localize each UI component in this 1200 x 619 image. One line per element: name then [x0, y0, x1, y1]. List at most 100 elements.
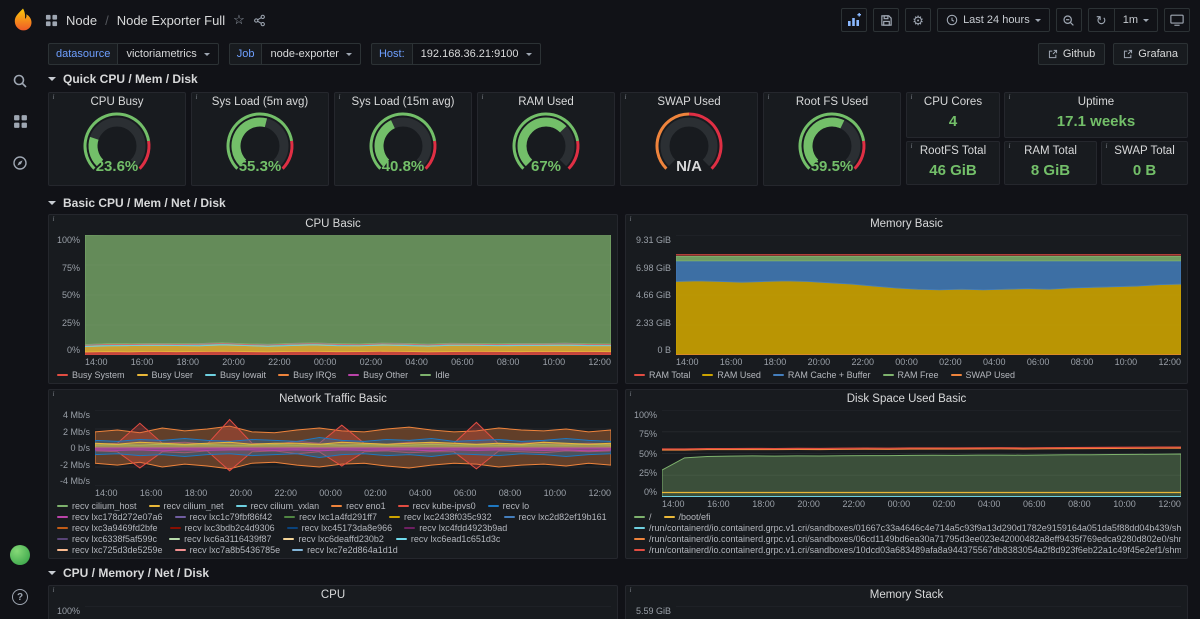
panel-info-icon[interactable]: i [192, 93, 201, 102]
plot-area[interactable] [85, 606, 611, 619]
add-panel-button[interactable] [841, 8, 868, 32]
legend-item[interactable]: recv lxc1a4fd291ff7 [284, 512, 377, 522]
panel-info-icon[interactable]: i [626, 215, 635, 224]
row-header-cpu-memory-net-disk[interactable]: CPU / Memory / Net / Disk [48, 565, 209, 581]
legend-item[interactable]: RAM Free [882, 370, 939, 380]
github-link-button[interactable]: Github [1037, 43, 1106, 65]
legend-item[interactable]: recv lxc725d3de5259e [57, 545, 163, 555]
dashboards-icon[interactable] [12, 113, 29, 130]
var-value-datasource[interactable]: victoriametrics [117, 43, 219, 65]
search-icon[interactable] [12, 72, 29, 89]
legend-item[interactable]: recv lxc178d272e07a6 [57, 512, 163, 522]
legend-item[interactable]: recv lxc6deaffd230b2 [283, 534, 384, 544]
refresh-button[interactable]: ↻ [1087, 8, 1114, 32]
share-icon[interactable] [253, 14, 266, 27]
panel-info-icon[interactable]: i [1005, 93, 1014, 102]
y-axis-label: 25% [61, 317, 80, 328]
row-header-quick-cpu-mem-disk[interactable]: Quick CPU / Mem / Disk [48, 71, 198, 87]
legend-item[interactable]: /boot/efi [663, 512, 711, 522]
legend-item[interactable]: recv lxc45173da8e966 [286, 523, 392, 533]
panel-info-icon[interactable]: i [49, 586, 58, 595]
legend-item[interactable]: recv cilium_vxlan [235, 501, 319, 511]
var-value-job[interactable]: node-exporter [261, 43, 361, 65]
dashboard-settings-button[interactable]: ⚙ [905, 8, 932, 32]
legend-item[interactable]: recv lxc6ead1c651d3c [395, 534, 500, 544]
panel-title[interactable]: Memory Basic [626, 215, 1187, 234]
plot-area[interactable] [662, 410, 1181, 497]
panel-info-icon[interactable]: i [478, 93, 487, 102]
panel-info-icon[interactable]: i [49, 215, 58, 224]
cycle-view-mode-button[interactable] [1164, 8, 1190, 32]
panel-info-icon[interactable]: i [907, 93, 916, 102]
legend-item[interactable]: recv cilium_host [57, 501, 137, 511]
legend-item[interactable]: recv lxc2d82ef19b161 [503, 512, 607, 522]
zoom-out-button[interactable] [1055, 8, 1082, 32]
legend-item[interactable]: /run/containerd/io.containerd.grpc.v1.cr… [634, 523, 1181, 533]
legend-item[interactable]: recv lxc3a9469fd2bfe [57, 523, 158, 533]
panel-info-icon[interactable]: i [1005, 142, 1014, 151]
legend-item[interactable]: RAM Total [634, 370, 690, 380]
panel-title[interactable]: RAM Total [1005, 142, 1096, 161]
time-range-picker[interactable]: Last 24 hours [937, 8, 1050, 32]
legend-item[interactable]: recv lxc4fdd4923b9ad [404, 523, 507, 533]
legend-item[interactable]: RAM Used [702, 370, 761, 380]
panel-title[interactable]: Memory Stack [626, 586, 1187, 605]
panel-info-icon[interactable]: i [49, 390, 58, 399]
legend-item[interactable]: recv lxc6338f5af599c [57, 534, 157, 544]
panel-title[interactable]: CPU [49, 586, 617, 605]
panel-info-icon[interactable]: i [621, 93, 630, 102]
breadcrumb-folder[interactable]: Node [66, 13, 97, 28]
legend-item[interactable]: / [634, 512, 652, 522]
legend-item[interactable]: Busy Iowait [205, 370, 266, 380]
breadcrumb-dashboard-title[interactable]: Node Exporter Full [117, 13, 225, 28]
panel-info-icon[interactable]: i [626, 586, 635, 595]
legend-item[interactable]: Busy System [57, 370, 125, 380]
legend-item[interactable]: recv lxc6a3116439f87 [169, 534, 271, 544]
panel-info-icon[interactable]: i [907, 142, 916, 151]
legend-item[interactable]: /run/containerd/io.containerd.grpc.v1.cr… [634, 534, 1181, 544]
legend-item[interactable]: recv lxc1c79fbf86f42 [174, 512, 272, 522]
panel-info-icon[interactable]: i [626, 390, 635, 399]
legend-item[interactable]: /run/containerd/io.containerd.grpc.v1.cr… [634, 545, 1181, 555]
legend-item[interactable]: recv kube-ipvs0 [397, 501, 476, 511]
legend-item[interactable]: Busy User [136, 370, 193, 380]
panel-info-icon[interactable]: i [49, 93, 58, 102]
legend-item[interactable]: recv lxc7e2d864a1d1d [292, 545, 398, 555]
legend-item[interactable]: RAM Cache + Buffer [772, 370, 871, 380]
plot-area[interactable] [676, 606, 1181, 619]
panel-info-icon[interactable]: i [1102, 142, 1111, 151]
legend-item[interactable]: recv lxc2438f035c932 [389, 512, 492, 522]
save-dashboard-button[interactable] [873, 8, 900, 32]
explore-compass-icon[interactable] [12, 154, 29, 171]
legend-item[interactable]: Idle [420, 370, 450, 380]
help-icon[interactable]: ? [12, 589, 28, 605]
panel-title[interactable]: Network Traffic Basic [49, 390, 617, 409]
star-icon[interactable]: ☆ [233, 12, 245, 28]
grafana-logo[interactable] [10, 7, 36, 33]
panel-info-icon[interactable]: i [764, 93, 773, 102]
legend-item[interactable]: recv lxc3bdb2c4d9306 [169, 523, 275, 533]
legend-item[interactable]: Busy Other [348, 370, 408, 380]
panel-title[interactable]: CPU Cores [907, 93, 999, 112]
plot-area[interactable] [95, 410, 611, 486]
legend-item[interactable]: recv cilium_net [148, 501, 224, 511]
plot-area[interactable] [85, 235, 611, 355]
legend-item[interactable]: recv lo [487, 501, 529, 511]
panel-title[interactable]: CPU Basic [49, 215, 617, 234]
legend-item[interactable]: SWAP Used [950, 370, 1015, 380]
var-value-host[interactable]: 192.168.36.21:9100 [411, 43, 541, 65]
panel-title[interactable]: SWAP Total [1102, 142, 1187, 161]
grafana-link-button[interactable]: Grafana [1113, 43, 1188, 65]
legend-label: /run/containerd/io.containerd.grpc.v1.cr… [649, 534, 1181, 544]
row-header-basic-cpu-mem-net-disk[interactable]: Basic CPU / Mem / Net / Disk [48, 195, 226, 211]
legend-item[interactable]: recv eno1 [331, 501, 386, 511]
panel-title[interactable]: Disk Space Used Basic [626, 390, 1187, 409]
user-avatar[interactable] [10, 545, 30, 565]
panel-title[interactable]: RootFS Total [907, 142, 999, 161]
refresh-interval-picker[interactable]: 1m [1113, 8, 1158, 32]
panel-info-icon[interactable]: i [335, 93, 344, 102]
panel-title[interactable]: Uptime [1005, 93, 1187, 112]
legend-item[interactable]: Busy IRQs [278, 370, 336, 380]
plot-area[interactable] [676, 235, 1181, 355]
legend-item[interactable]: recv lxc7a8b5436785e [174, 545, 280, 555]
